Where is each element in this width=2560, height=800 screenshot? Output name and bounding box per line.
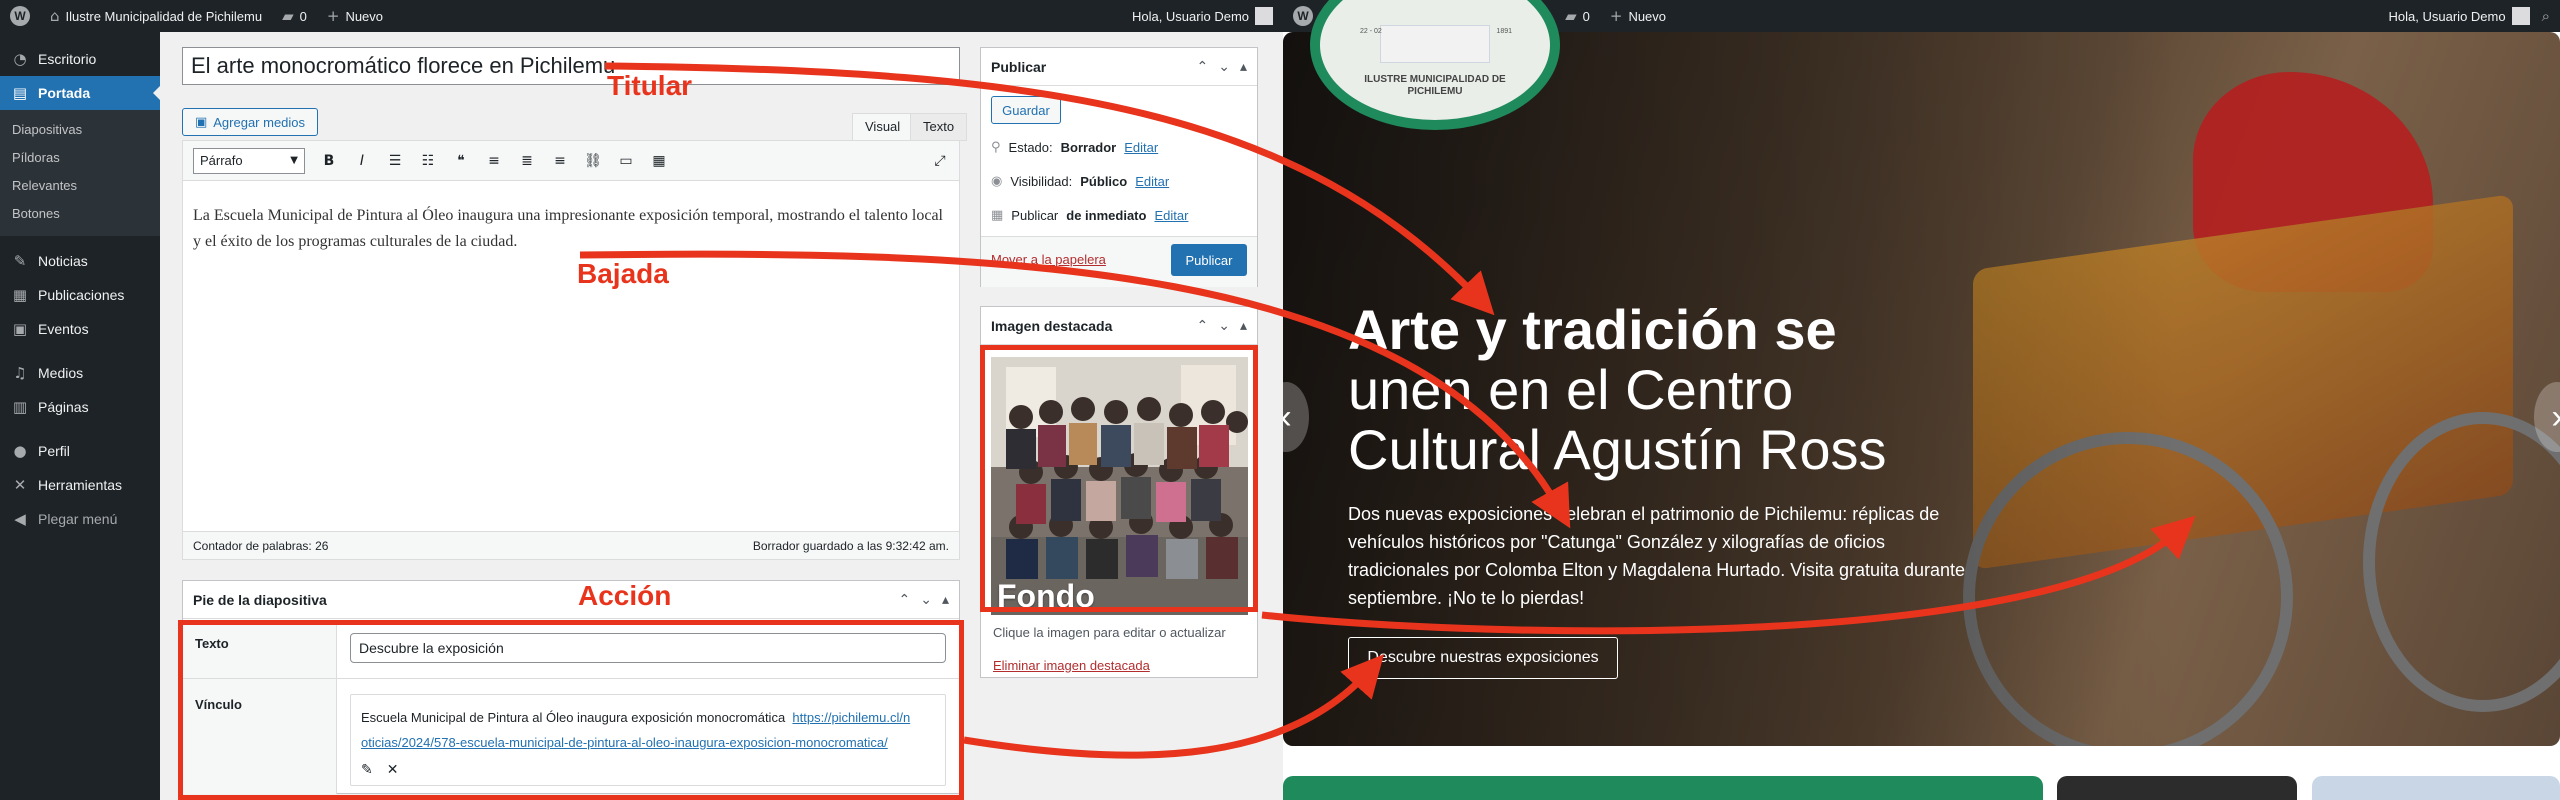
arrow-accion [963,654,1384,759]
arrow-bajada [579,250,1571,529]
arrow-fondo [1261,515,2196,635]
annotation-arrows [579,62,2196,759]
